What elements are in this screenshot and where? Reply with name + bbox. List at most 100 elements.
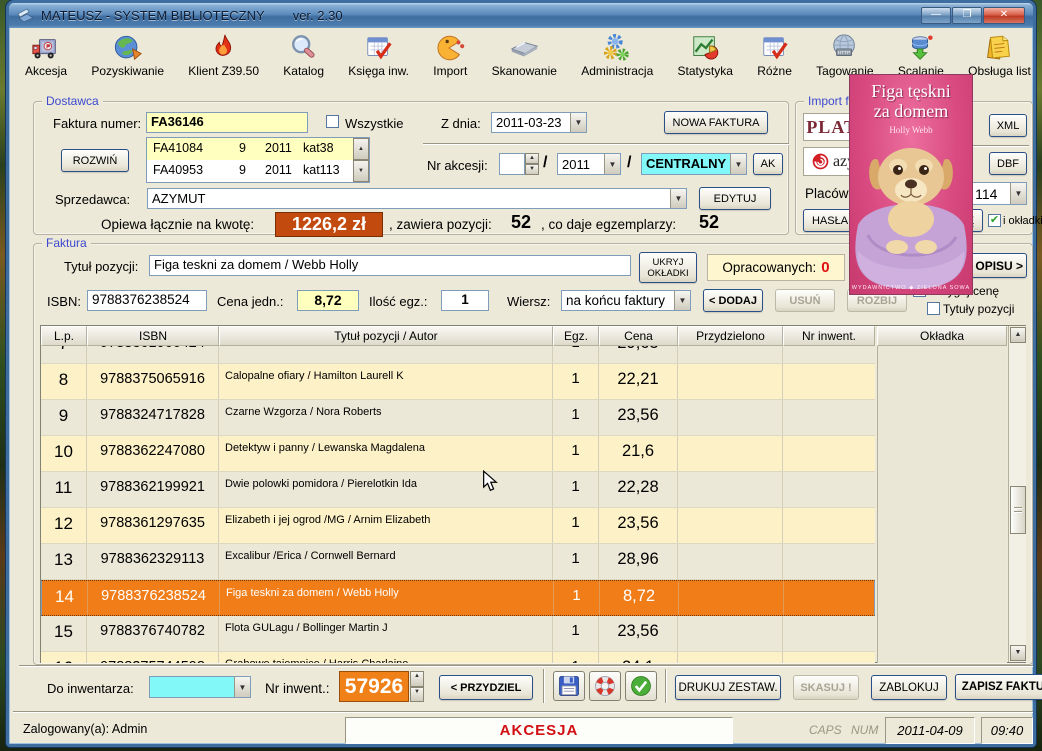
book-cover-image: Figa tęskniza domem Holly Webb: [849, 74, 973, 295]
ilosc-egz-input[interactable]: 1: [441, 290, 489, 311]
skasuj-button[interactable]: SKASUJ !: [793, 675, 859, 700]
minimize-button[interactable]: —: [921, 7, 951, 24]
col-header-nr-inwent[interactable]: Nr inwent.: [783, 326, 875, 346]
toolbar-item-ksiega-inw[interactable]: Księga inw.: [348, 33, 409, 78]
opracowanych-label: Opracowanych:: [722, 260, 816, 275]
drukuj-zestaw-button[interactable]: DRUKUJ ZESTAW.: [675, 675, 781, 700]
slash-separator: /: [627, 154, 631, 172]
toolbar-item-skanowanie[interactable]: Skanowanie: [492, 33, 557, 78]
tytuly-pozycji-label: Tytuły pozycji: [943, 302, 1014, 316]
table-scrollbar[interactable]: ▲ ▼: [1008, 326, 1026, 662]
rok-select[interactable]: 2011▼: [557, 153, 621, 175]
ak-button[interactable]: AK: [753, 153, 783, 175]
chevron-down-icon[interactable]: ▼: [1010, 183, 1026, 204]
toolbar-item-rozne[interactable]: Różne: [757, 33, 792, 78]
chevron-down-icon[interactable]: ▼: [674, 291, 690, 310]
toolbar-label: Różne: [757, 64, 792, 78]
dodaj-button[interactable]: < DODAJ: [703, 289, 763, 312]
nr-inwent-spinner[interactable]: ▲▼: [410, 671, 424, 702]
toolbar-item-tagowanie[interactable]: HTTP Tagowanie: [816, 33, 873, 78]
zablokuj-button[interactable]: ZABLOKUJ: [871, 675, 947, 700]
scrollbar-thumb[interactable]: [1010, 486, 1026, 534]
table-row[interactable]: 139788362329113 Excalibur /Erica / Cornw…: [41, 544, 875, 580]
col-header-cena[interactable]: Cena: [599, 326, 678, 346]
toolbar-item-katalog[interactable]: Katalog: [283, 33, 324, 78]
toolbar-item-obsluga-list[interactable]: Obsługa list: [968, 33, 1031, 78]
col-header-okladka[interactable]: Okładka: [877, 326, 1007, 346]
chevron-down-icon[interactable]: ▼: [604, 154, 620, 174]
tytul-pozycji-input[interactable]: Figa teskni za domem / Webb Holly: [149, 255, 631, 276]
save-button[interactable]: [553, 671, 585, 701]
toolbar-label: Skanowanie: [492, 64, 557, 78]
col-header-przydzielono[interactable]: Przydzielono: [678, 326, 783, 346]
col-header-isbn[interactable]: ISBN: [87, 326, 219, 346]
chevron-down-icon[interactable]: ▼: [670, 189, 686, 208]
confirm-button[interactable]: [625, 671, 657, 701]
col-header-lp[interactable]: L.p.: [41, 326, 87, 346]
import-dbf-button[interactable]: DBF: [989, 152, 1027, 175]
table-row[interactable]: 109788362247080 Detektyw i panny / Lewan…: [41, 436, 875, 472]
invoice-items-table: L.p. ISBN Tytuł pozycji / Autor Egz. Cen…: [40, 325, 1026, 663]
toolbar-item-administracja[interactable]: Administracja: [581, 33, 653, 78]
do-inwentarza-select[interactable]: ▼: [149, 676, 251, 698]
sprzedawca-select[interactable]: AZYMUT▼: [147, 188, 687, 209]
egzemplarzy-value: 52: [699, 212, 719, 233]
faktura-numer-input[interactable]: FA36146: [146, 112, 308, 133]
wiersz-select[interactable]: na końcu faktury▼: [561, 290, 691, 311]
nr-akcesji-spinner[interactable]: ▲▼: [525, 153, 539, 175]
toolbar-item-import[interactable]: Import: [433, 33, 467, 78]
svg-text:HTTP: HTTP: [838, 50, 850, 55]
table-row[interactable]: 159788376740782 Flota GULagu / Bollinger…: [41, 616, 875, 652]
col-header-egz[interactable]: Egz.: [553, 326, 599, 346]
table-row[interactable]: 79788361066424 1 29,65: [41, 346, 875, 364]
chevron-down-icon[interactable]: ▼: [730, 154, 746, 174]
invoice-list-item[interactable]: FA41084 9 2011 kat38: [147, 138, 369, 160]
zapisz-fakture-button[interactable]: ZAPISZ FAKTURĘ: [955, 674, 1042, 700]
import-xml-button[interactable]: XML: [989, 114, 1027, 137]
table-row[interactable]: 99788324717828 Czarne Wzgorza / Nora Rob…: [41, 400, 875, 436]
scroll-up-icon[interactable]: ▲: [1010, 327, 1026, 343]
cena-jedn-input[interactable]: 8,72: [297, 290, 359, 311]
toolbar-label: Import: [433, 64, 467, 78]
ukryj-okladki-button[interactable]: UKRYJOKŁADKI: [639, 252, 697, 283]
toolbar-item-pozyskiwanie[interactable]: Pozyskiwanie: [91, 33, 164, 78]
title-bar[interactable]: MATEUSZ - SYSTEM BIBLIOTECZNY ver. 2.30 …: [9, 3, 1033, 28]
help-rescue-button[interactable]: [589, 671, 621, 701]
maximize-button[interactable]: ❐: [952, 7, 982, 24]
invoice-list[interactable]: FA41084 9 2011 kat38 FA40953 9 2011 kat1…: [146, 137, 370, 183]
opracowanych-value: 0: [821, 259, 829, 276]
toolbar-label: Katalog: [283, 64, 324, 78]
invoice-list-item[interactable]: FA40953 9 2011 kat113: [147, 160, 369, 182]
nowa-faktura-button[interactable]: NOWA FAKTURA: [664, 111, 768, 134]
nr-akcesji-input[interactable]: [499, 153, 525, 175]
przydziel-button[interactable]: < PRZYDZIEL: [439, 675, 533, 700]
table-row-selected[interactable]: 149788376238524 Figa teskni za domem / W…: [41, 580, 875, 616]
table-row[interactable]: 129788361297635 Elizabeth i jej ogrod /M…: [41, 508, 875, 544]
z-dnia-select[interactable]: 2011-03-23▼: [491, 112, 587, 133]
tytuly-pozycji-checkbox[interactable]: [927, 302, 940, 315]
num-indicator: NUM: [851, 723, 878, 737]
invoice-list-scrollbar[interactable]: ▲▼: [353, 138, 369, 182]
isbn-input[interactable]: 9788376238524: [87, 290, 207, 311]
table-row[interactable]: 89788375065916 Calopalne ofiary / Hamilt…: [41, 364, 875, 400]
toolbar-item-scalanie[interactable]: Scalanie: [898, 33, 944, 78]
chevron-down-icon[interactable]: ▼: [234, 677, 250, 697]
edytuj-button[interactable]: EDYTUJ: [699, 187, 771, 210]
toolbar-item-statystyka[interactable]: Statystyka: [678, 33, 733, 78]
col-header-tytul[interactable]: Tytuł pozycji / Autor: [219, 326, 553, 346]
toolbar-item-klient-z3950[interactable]: Klient Z39.50: [188, 33, 259, 78]
azymut-rose-icon: [812, 153, 829, 170]
toolbar-item-akcesja[interactable]: Akcesja: [25, 33, 67, 78]
nr-inwent-value: 57926: [339, 671, 409, 702]
i-okladki-checkbox[interactable]: ✔: [988, 214, 1001, 227]
close-button[interactable]: ✕: [983, 7, 1025, 24]
table-row[interactable]: 169788375744598 Grabowe tajemnice / Harr…: [41, 652, 875, 663]
scroll-down-icon[interactable]: ▼: [1010, 645, 1026, 661]
wszystkie-checkbox[interactable]: [326, 115, 339, 128]
centralny-select[interactable]: CENTRALNY▼: [641, 153, 747, 175]
chevron-down-icon[interactable]: ▼: [570, 113, 586, 132]
table-row[interactable]: 119788362199921 Dwie polowki pomidora / …: [41, 472, 875, 508]
rozwin-button[interactable]: ROZWIŃ: [61, 149, 129, 172]
usun-button[interactable]: USUŃ: [775, 289, 835, 312]
flame-icon: [209, 33, 239, 63]
